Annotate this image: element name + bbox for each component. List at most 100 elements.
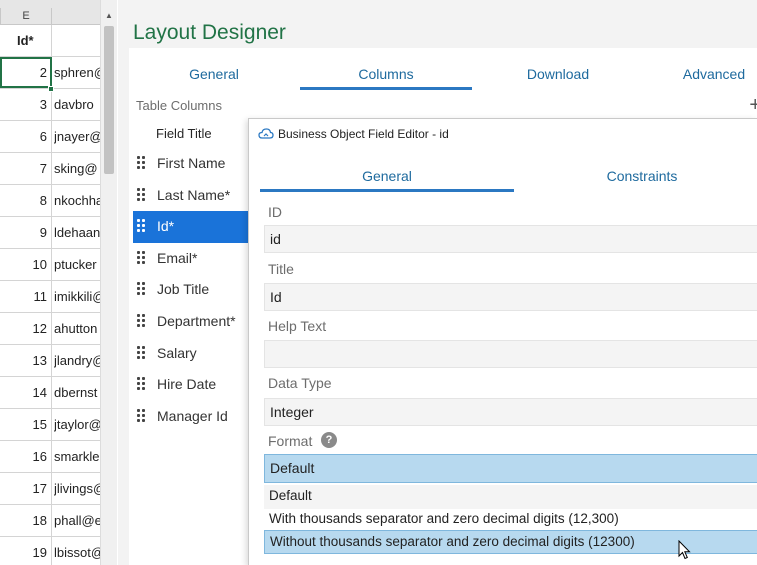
sheet-row: 16 smarkle [0, 441, 100, 473]
table-columns-label: Table Columns [136, 98, 222, 113]
format-option-default[interactable]: Default [264, 485, 757, 509]
email-cell[interactable]: nkochha [54, 185, 100, 216]
field-label: Manager Id [157, 407, 228, 424]
email-cell[interactable]: jlivings@ [54, 473, 100, 504]
email-cell[interactable]: davbro [54, 89, 100, 120]
sheet-row: 13jlandry@ [0, 345, 100, 377]
id-cell[interactable]: 10 [0, 249, 52, 280]
email-cell[interactable]: smarkle [54, 441, 100, 472]
id-label: ID [268, 204, 282, 220]
format-select[interactable]: Default [264, 454, 757, 483]
drag-handle-icon[interactable] [137, 250, 147, 267]
drag-handle-icon[interactable] [137, 187, 147, 204]
column-header-e[interactable]: E [0, 8, 52, 25]
sheet-row: 18 phall@e [0, 505, 100, 537]
id-cell[interactable]: 14 [0, 377, 52, 408]
drag-handle-icon[interactable] [137, 345, 147, 362]
id-cell[interactable]: 9 [0, 217, 52, 248]
dialog-tab-general[interactable]: General [260, 168, 514, 192]
id-cell[interactable]: 19 [0, 537, 52, 565]
field-editor-dialog: Business Object Field Editor - id Genera… [248, 118, 757, 565]
id-field[interactable]: id [264, 225, 757, 253]
email-cell[interactable]: ahutton [54, 313, 100, 344]
email-cell[interactable]: sphren@ [54, 57, 100, 88]
sheet-row: 17jlivings@ [0, 473, 100, 505]
email-cell[interactable]: jnayer@ [54, 121, 100, 152]
tab-download[interactable]: Download [473, 66, 643, 90]
email-cell[interactable]: dbernst [54, 377, 100, 408]
email-cell[interactable]: ldehaan [54, 217, 100, 248]
column-header-next [52, 8, 100, 25]
id-cell[interactable]: 8 [0, 185, 52, 216]
field-list-item[interactable]: Hire Date [133, 369, 248, 401]
format-label: Format [268, 433, 313, 449]
email-cell[interactable]: phall@e [54, 505, 100, 536]
field-list-item[interactable]: Salary [133, 338, 248, 370]
email-cell[interactable]: lbissot@ [54, 537, 100, 565]
dialog-titlebar[interactable]: Business Object Field Editor - id [249, 119, 757, 149]
add-icon[interactable]: + [749, 94, 757, 117]
field-label: Job Title [157, 281, 210, 298]
sheet-row: 19 lbissot@ [0, 537, 100, 565]
field-list: First Name Last Name* Id* Email* Job Title De… [133, 148, 248, 432]
id-cell[interactable]: 17 [0, 473, 52, 504]
scrollbar-thumb[interactable] [104, 26, 114, 174]
field-list-item[interactable]: Last Name* [133, 180, 248, 212]
email-cell[interactable]: jlandry@ [54, 345, 100, 376]
dialog-title: Business Object Field Editor - id [278, 127, 449, 141]
tab-general[interactable]: General [129, 66, 299, 90]
fill-handle[interactable] [48, 86, 54, 92]
sheet-row: 10 ptucker [0, 249, 100, 281]
sheet-row: 8 nkochha [0, 185, 100, 217]
id-cell[interactable]: 15 [0, 409, 52, 440]
title-field[interactable]: Id [264, 283, 757, 311]
email-cell[interactable]: jtaylor@ [54, 409, 100, 440]
field-label: First Name [157, 155, 226, 171]
vertical-scrollbar[interactable]: ▲ [100, 0, 117, 565]
drag-handle-icon[interactable] [137, 282, 147, 298]
field-list-item[interactable]: Email* [133, 243, 248, 275]
id-cell[interactable]: 11 [0, 281, 52, 312]
id-cell[interactable]: 13 [0, 345, 52, 376]
data-type-field[interactable]: Integer [264, 398, 757, 426]
field-list-item[interactable]: Job Title [133, 274, 248, 306]
title-label: Title [268, 261, 294, 277]
page-title: Layout Designer [133, 21, 286, 44]
id-cell[interactable]: 12 [0, 313, 52, 344]
spreadsheet-grid: E Id* 2sphren@3davbro6jnayer@7sking@8nko… [0, 0, 100, 565]
drag-handle-icon[interactable] [137, 156, 147, 172]
id-cell[interactable]: 7 [0, 153, 52, 184]
sheet-rows: 2sphren@3davbro6jnayer@7sking@8nkochha9l… [0, 57, 100, 565]
drag-handle-icon[interactable] [137, 377, 147, 393]
help-icon[interactable]: ? [321, 432, 337, 448]
sheet-row: 14 dbernst [0, 377, 100, 409]
field-title-header: Field Title [156, 126, 212, 141]
id-cell[interactable]: 16 [0, 441, 52, 472]
field-list-item[interactable]: First Name [133, 148, 248, 180]
id-cell[interactable]: 18 [0, 505, 52, 536]
email-cell[interactable]: ptucker [54, 249, 100, 280]
header-cell-id[interactable]: Id* [0, 25, 52, 57]
mouse-cursor-icon [678, 540, 691, 560]
tab-advanced[interactable]: Advanced [659, 66, 757, 90]
sheet-row: 6 jnayer@ [0, 121, 100, 153]
scroll-up-icon[interactable]: ▲ [101, 8, 117, 24]
id-cell[interactable]: 6 [0, 121, 52, 152]
help-text-field[interactable] [264, 340, 757, 368]
field-list-item[interactable]: Id* [133, 211, 248, 243]
field-list-item[interactable]: Department* [133, 306, 248, 338]
header-row: Id* [0, 25, 100, 57]
id-cell[interactable]: 2 [0, 57, 52, 88]
field-list-item[interactable]: Manager Id [133, 401, 248, 433]
drag-handle-icon[interactable] [137, 313, 147, 330]
format-option-with-separator[interactable]: With thousands separator and zero decima… [264, 508, 757, 532]
email-cell[interactable]: imikkili@ [54, 281, 100, 312]
field-label: Email* [157, 249, 198, 266]
drag-handle-icon[interactable] [137, 408, 147, 425]
email-cell[interactable]: sking@ [54, 153, 100, 184]
sheet-row: 9 ldehaan [0, 217, 100, 249]
id-cell[interactable]: 3 [0, 89, 52, 120]
dialog-tab-constraints[interactable]: Constraints [515, 168, 757, 192]
tab-columns[interactable]: Columns [300, 66, 472, 90]
drag-handle-icon[interactable] [137, 219, 147, 235]
